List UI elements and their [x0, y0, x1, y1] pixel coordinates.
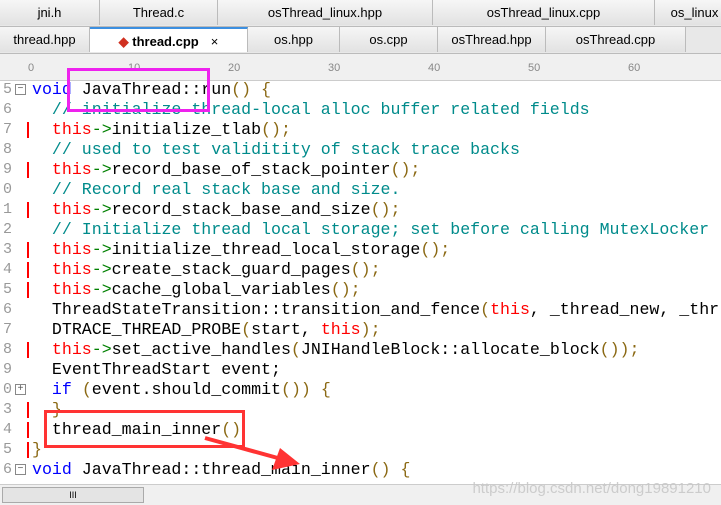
watermark: https://blog.csdn.net/dong19891210 [472, 480, 711, 497]
scrollbar-thumb[interactable]: III [2, 487, 144, 503]
arrow-icon [204, 436, 300, 470]
